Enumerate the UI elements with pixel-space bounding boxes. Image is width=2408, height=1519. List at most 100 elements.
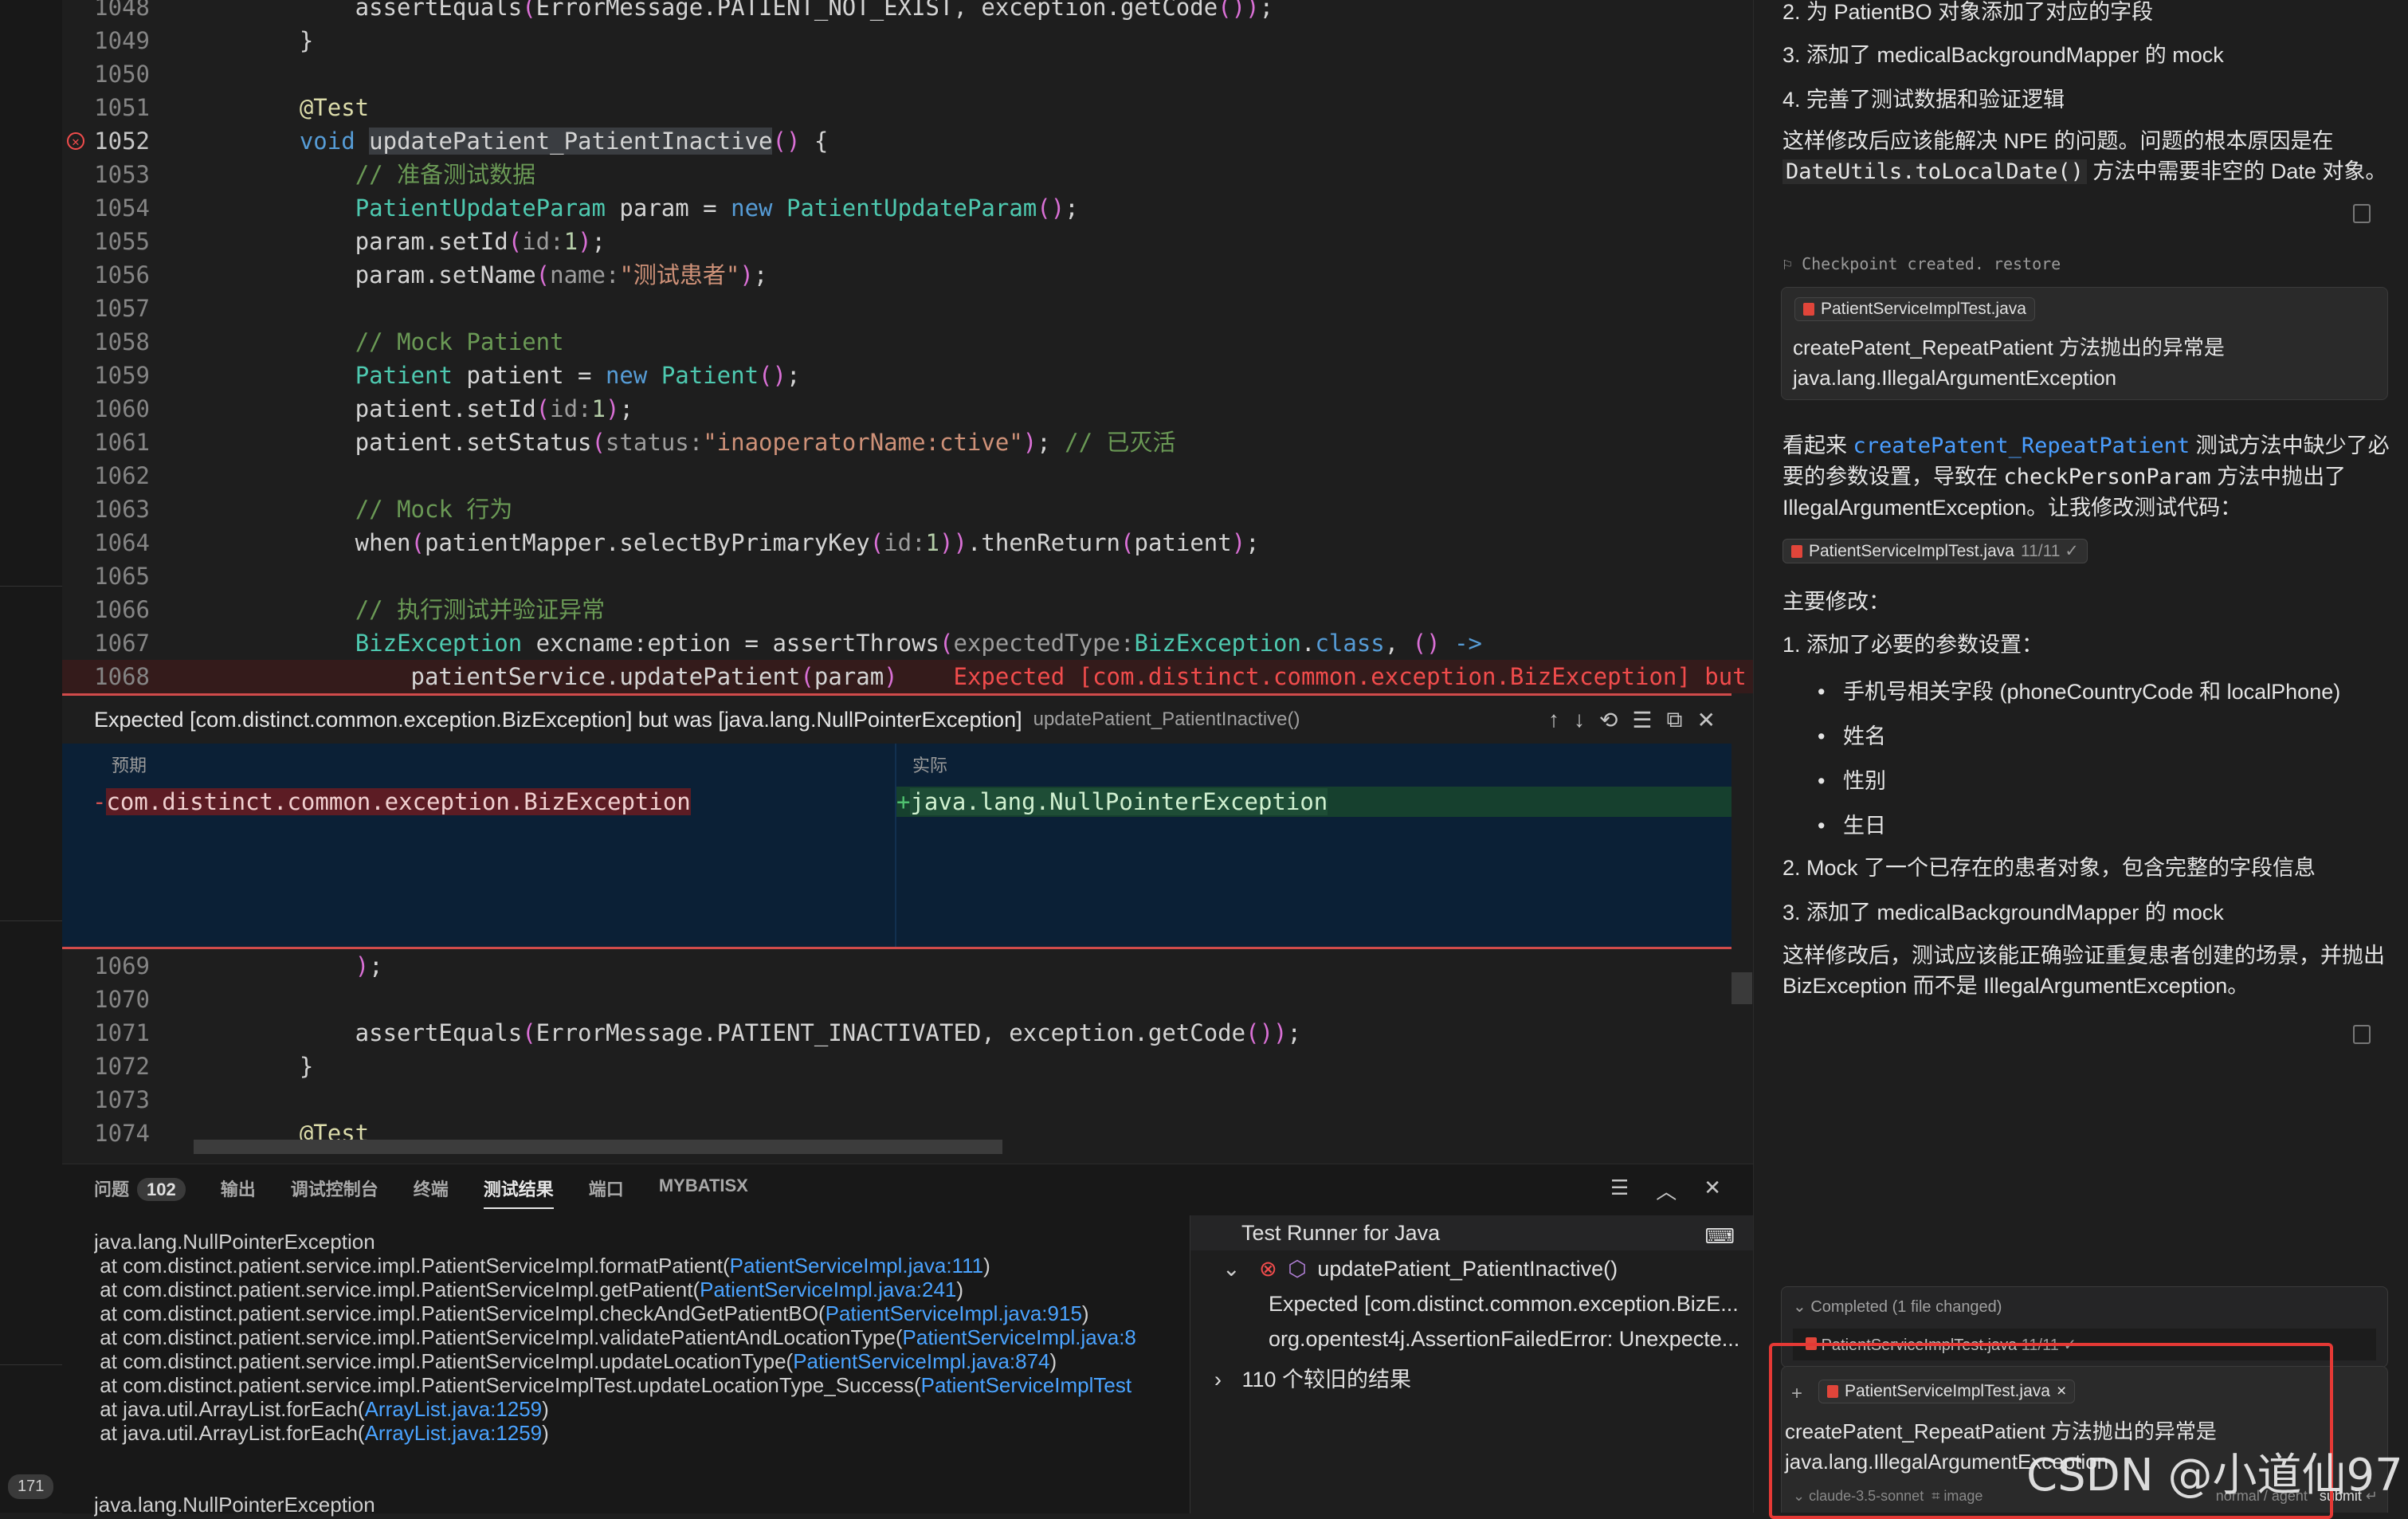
code-line[interactable]: 1059 Patient patient = new Patient(); [62,359,1753,392]
code-line[interactable]: 1055 param.setId(id:1); [62,225,1753,258]
trace-line[interactable] [94,1469,1249,1493]
restore-link[interactable]: restore [1994,254,2061,273]
code-line[interactable]: 1067 BizException excname:eption = asser… [62,626,1753,660]
trace-line[interactable]: at com.distinct.patient.service.impl.Pat… [94,1373,1249,1397]
code-line[interactable]: 1068 patientService.updatePatient(param)… [62,660,1753,693]
trace-line[interactable]: java.lang.NullPointerException [94,1493,1249,1517]
code-line[interactable]: 1063 // Mock 行为 [62,493,1753,526]
terminal-icon[interactable]: ⌨ [1704,1219,1735,1254]
code-text[interactable]: // 执行测试并验证异常 [244,593,605,626]
code-line[interactable]: 1049 } [62,24,1753,57]
source-link[interactable]: PatientServiceImpl.java:8 [903,1325,1136,1349]
source-link[interactable]: ArrayList.java:1259 [365,1397,543,1421]
stack-trace[interactable]: java.lang.NullPointerException at com.di… [94,1230,1249,1517]
code-editor[interactable]: 1048 assertEquals(ErrorMessage.PATIENT_N… [62,0,1753,1164]
trace-line[interactable]: at com.distinct.patient.service.impl.Pat… [94,1301,1249,1325]
code-line[interactable]: 1060 patient.setId(id:1); [62,392,1753,426]
code-line[interactable]: 1057 [62,292,1753,325]
tab-output[interactable]: 输出 [221,1176,256,1209]
code-line[interactable]: 1072 } [62,1050,1753,1083]
code-text[interactable]: // Mock Patient [244,325,564,359]
edited-file-chip[interactable]: PatientServiceImplTest.java 11/11 ✓ [1782,539,2088,563]
code-text[interactable]: assertEquals(ErrorMessage.PATIENT_INACTI… [244,1016,1301,1050]
notification-badge[interactable]: 171 [8,1474,54,1499]
code-line[interactable]: 1062 [62,459,1753,493]
code-text[interactable]: } [244,1050,313,1083]
code-line[interactable]: 1054 PatientUpdateParam param = new Pati… [62,191,1753,225]
older-results[interactable]: › 110 个较旧的结果 [1214,1362,1411,1393]
trace-line[interactable]: at com.distinct.patient.service.impl.Pat… [94,1278,1249,1301]
list-icon[interactable]: ☰ [1610,1176,1629,1205]
close-icon[interactable]: ✕ [1697,707,1716,733]
code-line[interactable]: 1065 [62,559,1753,593]
trace-line[interactable]: at com.distinct.patient.service.impl.Pat… [94,1254,1249,1278]
trace-line[interactable]: java.lang.NullPointerException [94,1230,1249,1254]
code-line[interactable]: 1066 // 执行测试并验证异常 [62,593,1753,626]
code-text[interactable]: patientService.updatePatient(param) Expe… [244,660,1753,693]
tab-mybatisx[interactable]: MYBATISX [659,1176,748,1209]
tab-ports[interactable]: 端口 [589,1176,624,1209]
source-link[interactable]: PatientServiceImpl.java:874 [793,1349,1049,1373]
code-text[interactable]: void updatePatient_PatientInactive() { [244,124,828,158]
horizontal-scrollbar[interactable] [194,1140,1002,1154]
code-text[interactable]: BizException excname:eption = assertThro… [244,626,1482,660]
code-text[interactable]: param.setId(id:1); [244,225,606,258]
code-line[interactable]: 1071 assertEquals(ErrorMessage.PATIENT_I… [62,1016,1753,1050]
file-chip[interactable]: PatientServiceImplTest.java [1794,297,2035,321]
code-line[interactable]: 1058 // Mock Patient [62,325,1753,359]
tab-problems[interactable]: 问题 102 [94,1176,186,1209]
code-line[interactable]: 1056 param.setName(name:"测试患者"); [62,258,1753,292]
code-text[interactable]: patient.setStatus(status:"inaoperatorNam… [244,426,1176,459]
code-text[interactable]: // Mock 行为 [244,493,513,526]
code-line[interactable]: 1073 [62,1083,1753,1117]
trace-line[interactable]: at com.distinct.patient.service.impl.Pat… [94,1325,1249,1349]
code-text[interactable]: Patient patient = new Patient(); [244,359,801,392]
copy-icon[interactable] [2353,204,2371,223]
source-link[interactable]: PatientServiceImpl.java:111 [730,1254,983,1278]
arrow-down-icon[interactable]: ↓ [1574,707,1585,733]
completed-label[interactable]: ⌄ Completed (1 file changed) [1793,1297,2002,1317]
tab-terminal[interactable]: 终端 [414,1176,449,1209]
code-text[interactable]: // 准备测试数据 [244,158,535,191]
code-line[interactable]: 1069 ); [62,949,1753,983]
code-lines[interactable]: 1048 assertEquals(ErrorMessage.PATIENT_N… [62,0,1753,1150]
code-line[interactable]: 1051 @Test [62,91,1753,124]
code-text[interactable]: patient.setId(id:1); [244,392,633,426]
open-editor-icon[interactable]: ⧉ [1667,707,1683,733]
trace-line[interactable]: at com.distinct.patient.service.impl.Pat… [94,1349,1249,1373]
list-icon[interactable]: ☰ [1632,707,1652,733]
code-text[interactable]: @Test [244,91,369,124]
code-line[interactable]: 1050 [62,57,1753,91]
code-line[interactable]: 1061 patient.setStatus(status:"inaoperat… [62,426,1753,459]
code-text[interactable]: } [244,24,313,57]
source-link[interactable]: ArrayList.java:1259 [365,1421,543,1445]
code-text[interactable]: when(patientMapper.selectByPrimaryKey(id… [244,526,1260,559]
source-link[interactable]: PatientServiceImpl.java:915 [826,1301,1082,1325]
arrow-up-icon[interactable]: ↑ [1548,707,1559,733]
trace-line[interactable] [94,1445,1249,1469]
code-line[interactable]: 1053 // 准备测试数据 [62,158,1753,191]
trace-line[interactable]: at java.util.ArrayList.forEach(ArrayList… [94,1421,1249,1445]
chevron-up-icon[interactable]: ︿ [1656,1176,1677,1205]
failure-detail[interactable]: Expected [com.distinct.common.exception.… [1269,1292,1739,1317]
tab-test-results[interactable]: 测试结果 [483,1176,554,1209]
tab-debug-console[interactable]: 调试控制台 [291,1176,378,1209]
code-text[interactable]: param.setName(name:"测试患者"); [244,258,768,292]
code-text[interactable]: PatientUpdateParam param = new PatientUp… [244,191,1079,225]
chevron-down-icon[interactable]: ⌄ [1222,1257,1241,1281]
code-text[interactable]: ); [244,949,383,983]
close-icon[interactable]: ✕ [1704,1176,1721,1205]
code-line[interactable]: 1064 when(patientMapper.selectByPrimaryK… [62,526,1753,559]
source-link[interactable]: PatientServiceImplTest [921,1373,1131,1397]
failure-detail[interactable]: org.opentest4j.AssertionFailedError: Une… [1269,1327,1739,1352]
code-text[interactable]: assertEquals(ErrorMessage.PATIENT_NOT_EX… [244,0,1273,24]
code-line[interactable]: 1048 assertEquals(ErrorMessage.PATIENT_N… [62,0,1753,24]
vertical-scrollbar[interactable] [1731,972,1752,1004]
history-icon[interactable]: ⟲ [1599,707,1618,733]
code-line[interactable]: 1052 ✕ void updatePatient_PatientInactive… [62,124,1753,158]
source-link[interactable]: PatientServiceImpl.java:241 [700,1278,956,1301]
code-line[interactable]: 1070 [62,983,1753,1016]
copy-icon[interactable] [2353,1025,2371,1044]
test-item[interactable]: ⌄ ⊗ ⬡ updatePatient_PatientInactive() [1222,1257,1618,1282]
trace-line[interactable]: at java.util.ArrayList.forEach(ArrayList… [94,1397,1249,1421]
